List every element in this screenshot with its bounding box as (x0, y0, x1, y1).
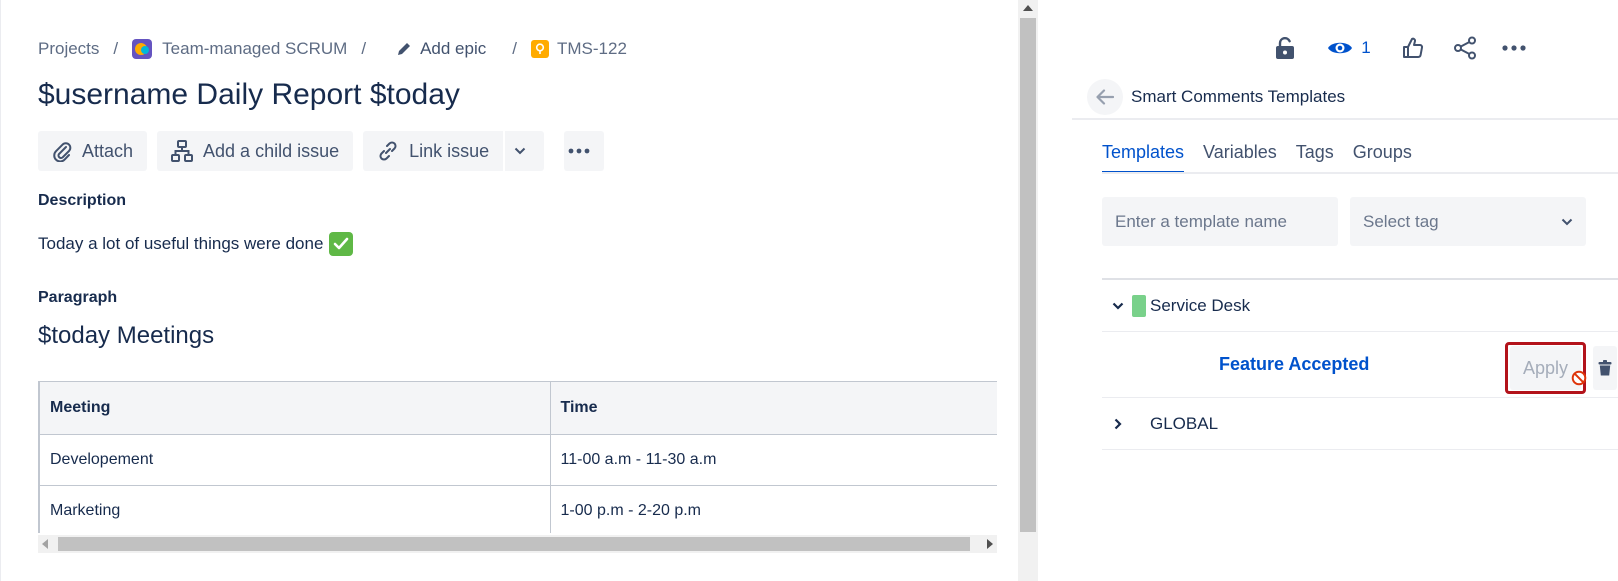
table-row: Developement 11-00 a.m - 11-30 a.m (40, 434, 997, 486)
link-icon (379, 141, 397, 161)
select-tag-placeholder: Select tag (1363, 211, 1439, 231)
tab-tags[interactable]: Tags (1296, 142, 1334, 173)
back-button[interactable] (1087, 79, 1123, 115)
group-row-global[interactable]: GLOBAL (1102, 398, 1618, 450)
add-epic-label: Add epic (420, 39, 487, 58)
paperclip-icon (53, 142, 72, 162)
smart-comments-tabs: Templates Variables Tags Groups (1102, 142, 1431, 173)
tabs-divider (1102, 172, 1618, 174)
attach-label: Attach (82, 140, 134, 161)
issue-detail-pane: Projects / Team-managed SCRUM / Add epic… (0, 0, 1018, 581)
table-header-cell[interactable]: Meeting (40, 381, 551, 435)
watch-count: 1 (1361, 38, 1371, 57)
more-horizontal-icon (1502, 45, 1526, 51)
scrollbar-thumb[interactable] (1020, 18, 1036, 532)
not-allowed-icon (1571, 370, 1587, 386)
breadcrumb-separator: / (512, 39, 517, 58)
issue-key-label: TMS-122 (556, 39, 627, 58)
table-cell[interactable]: Developement (40, 434, 551, 486)
tab-variables[interactable]: Variables (1203, 142, 1277, 173)
description-text: Today a lot of useful things were done (38, 234, 324, 253)
restrictions-button[interactable] (1271, 32, 1299, 64)
breadcrumb-project[interactable]: Team-managed SCRUM (132, 39, 347, 59)
breadcrumb-projects[interactable]: Projects (38, 39, 99, 59)
thumbs-up-icon (1403, 37, 1424, 58)
project-avatar-icon (132, 39, 153, 59)
scroll-right-arrow-icon[interactable] (987, 539, 993, 549)
scroll-left-arrow-icon[interactable] (42, 539, 48, 549)
trash-icon (1598, 360, 1612, 376)
group-name: Service Desk (1150, 296, 1251, 315)
table-header-cell[interactable]: Time (549, 381, 997, 435)
watch-button[interactable]: 1 (1325, 32, 1373, 64)
chevron-right-icon[interactable] (1104, 418, 1132, 430)
smart-comments-title: Smart Comments Templates (1131, 87, 1346, 106)
unlock-icon (1276, 37, 1294, 59)
pencil-icon (398, 43, 411, 55)
more-options-button[interactable] (1500, 32, 1528, 64)
issue-title[interactable]: $username Daily Report $today (38, 78, 460, 112)
chevron-down-icon[interactable] (1104, 302, 1132, 310)
issue-side-panel: 1 Smart Comments Templates Templates Var… (1038, 0, 1618, 581)
issue-actions-bar: 1 (1038, 32, 1618, 64)
group-name: GLOBAL (1150, 413, 1219, 433)
select-tag-dropdown[interactable]: Select tag (1350, 197, 1586, 246)
description-content[interactable]: Today a lot of useful things were done (38, 232, 354, 256)
issue-type-icon (530, 40, 549, 58)
breadcrumb-project-label: Team-managed SCRUM (162, 39, 348, 58)
eye-icon (1328, 42, 1353, 54)
smart-comments-header: Smart Comments Templates (1087, 79, 1345, 115)
template-name-link[interactable]: Feature Accepted (1219, 354, 1369, 375)
tab-groups[interactable]: Groups (1353, 142, 1412, 173)
delete-template-button[interactable] (1593, 346, 1617, 390)
tag-color-swatch (1132, 295, 1146, 317)
link-issue-button[interactable]: Link issue (363, 131, 504, 171)
table-cell[interactable]: 11-00 a.m - 11-30 a.m (549, 434, 997, 486)
more-actions-button[interactable] (564, 131, 605, 171)
breadcrumb-issue-key[interactable]: TMS-122 (530, 39, 627, 59)
attach-button[interactable]: Attach (38, 131, 148, 171)
add-child-issue-label: Add a child issue (203, 140, 340, 161)
groups-divider (1102, 278, 1618, 280)
link-issue-dropdown-button[interactable] (505, 131, 545, 171)
scroll-up-arrow-icon[interactable] (1023, 5, 1033, 11)
group-row-service-desk[interactable]: Service Desk (1102, 281, 1618, 332)
description-label: Description (38, 192, 127, 209)
breadcrumb: Projects / Team-managed SCRUM / Add epic… (38, 36, 627, 62)
issue-pane-vertical-scrollbar[interactable] (1018, 0, 1038, 581)
add-epic-button[interactable]: Add epic (396, 39, 486, 59)
table-horizontal-scrollbar[interactable] (38, 535, 997, 553)
chevron-down-icon (1561, 218, 1573, 225)
link-issue-label: Link issue (409, 140, 490, 161)
table-row: Marketing 1-00 p.m - 2-20 p.m (40, 485, 997, 533)
divider (1072, 118, 1618, 120)
table-cell[interactable]: Marketing (40, 485, 551, 533)
table-header-row: Meeting Time (40, 381, 997, 435)
meetings-table: Meeting Time Developement 11-00 a.m - 11… (40, 381, 997, 533)
breadcrumb-separator: / (113, 39, 119, 58)
check-mark-emoji-icon (329, 232, 354, 256)
chevron-down-icon (514, 147, 525, 155)
arrow-left-icon (1096, 89, 1114, 105)
vote-button[interactable] (1399, 32, 1427, 64)
hierarchy-icon (171, 140, 194, 162)
scrollbar-thumb[interactable] (58, 537, 970, 551)
template-row: Feature Accepted Apply (1102, 332, 1618, 398)
share-icon (1454, 36, 1476, 60)
meetings-table-container: Meeting Time Developement 11-00 a.m - 11… (38, 381, 997, 533)
more-horizontal-icon (568, 148, 590, 154)
issue-toolbar: Attach Add a child issue Link issue (38, 131, 614, 171)
tab-templates[interactable]: Templates (1102, 142, 1185, 173)
breadcrumb-separator: / (361, 39, 367, 58)
table-cell[interactable]: 1-00 p.m - 2-20 p.m (549, 485, 997, 533)
paragraph-heading[interactable]: $today Meetings (38, 322, 214, 350)
share-button[interactable] (1451, 32, 1479, 64)
template-search-input[interactable] (1102, 197, 1338, 246)
add-child-issue-button[interactable]: Add a child issue (157, 131, 354, 171)
paragraph-label: Paragraph (38, 289, 118, 306)
